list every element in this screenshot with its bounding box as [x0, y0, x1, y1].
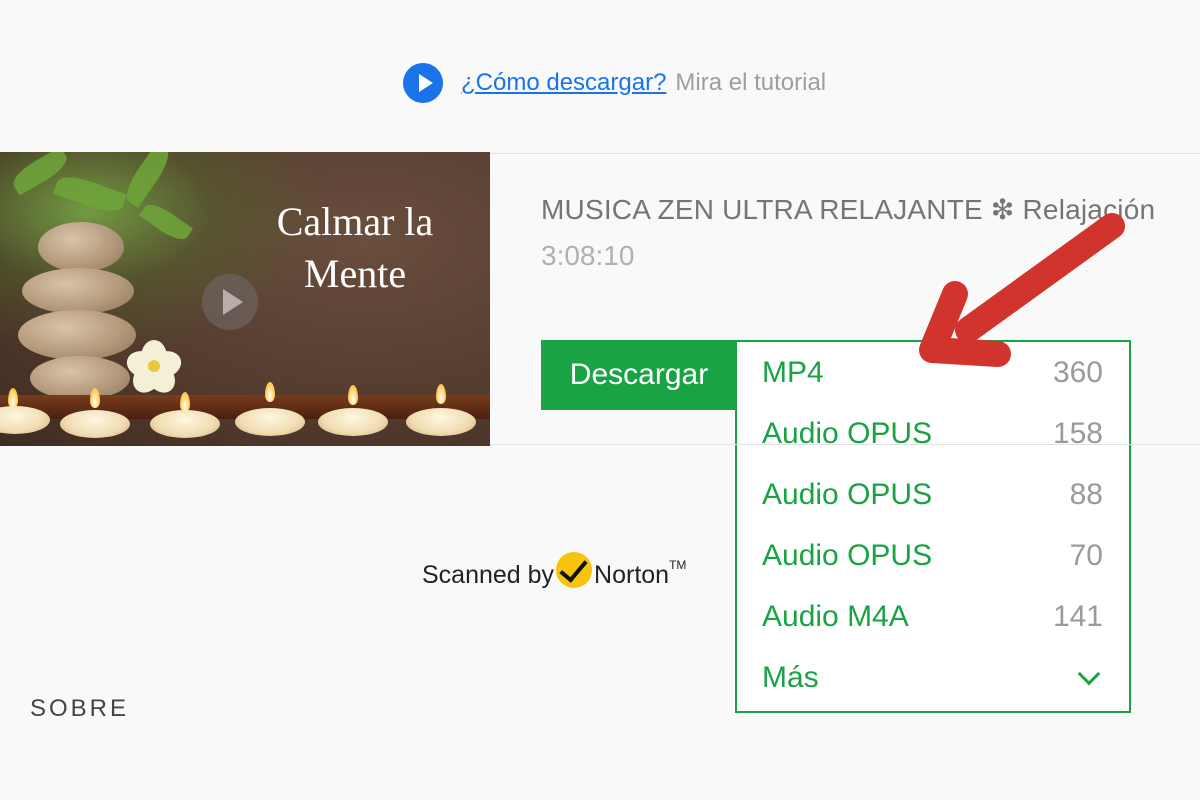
annotation-arrow-icon: [919, 213, 1125, 367]
